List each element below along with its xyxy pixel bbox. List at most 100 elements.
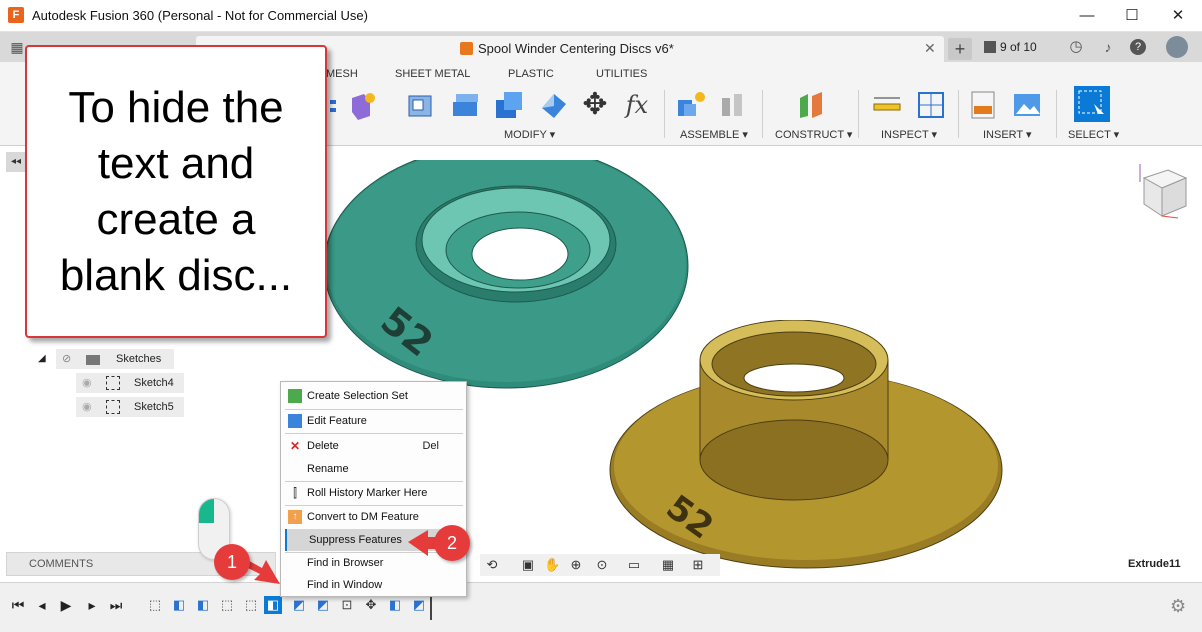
browser-collapse-button[interactable]: ◂◂ (6, 152, 26, 172)
canvas-image-icon[interactable] (1012, 90, 1042, 120)
ribbon-separator (1056, 90, 1057, 138)
menu-item-create-selection-set[interactable]: Create Selection Set (285, 385, 463, 407)
eye-icon[interactable]: ◉ (82, 373, 92, 393)
grid-icon[interactable]: ▦ (660, 557, 676, 573)
menu-item-roll-history-marker[interactable]: ⫿ Roll History Marker Here (285, 482, 463, 504)
timeline-fillet-icon[interactable]: ◩ (410, 596, 428, 614)
menu-item-label: Find in Browser (307, 557, 384, 569)
menu-item-convert-dm-feature[interactable]: ↑ Convert to DM Feature (285, 506, 463, 528)
data-panel-grid-icon[interactable]: ▦ (9, 39, 25, 55)
timeline-extrude-selected-icon[interactable]: ◧ (264, 596, 282, 614)
select-menu[interactable]: SELECT ▾ (1068, 128, 1119, 141)
sketch-icon (106, 400, 120, 414)
timeline-move-icon[interactable]: ✥ (362, 596, 380, 614)
pan-hand-icon[interactable]: ✋ (544, 557, 560, 573)
menu-item-edit-feature[interactable]: Edit Feature (285, 410, 463, 432)
menu-item-find-in-window[interactable]: Find in Window (285, 574, 463, 596)
measure-icon[interactable] (872, 90, 902, 120)
sketch-name: Sketch4 (134, 377, 174, 389)
timeline-extrude-icon[interactable]: ◧ (194, 596, 212, 614)
ribbon-separator (762, 90, 763, 138)
fit-zoom-icon[interactable]: ⊙ (594, 557, 610, 573)
timeline-fillet-icon[interactable]: ◩ (290, 596, 308, 614)
edit-feature-icon (288, 414, 302, 428)
browser-sketch-item[interactable]: ◉ Sketch4 (76, 373, 184, 393)
timeline-component-icon[interactable]: ⊡ (338, 596, 356, 614)
maximize-button[interactable]: ☐ (1118, 4, 1146, 28)
browser-sketch-item[interactable]: ◉ Sketch5 (76, 397, 184, 417)
select-icon[interactable] (1074, 86, 1110, 122)
version-indicator[interactable]: 9 of 10 (984, 40, 1037, 54)
expand-triangle-icon[interactable]: ◢ (38, 349, 46, 369)
close-window-button[interactable]: ✕ (1164, 4, 1192, 28)
timeline-settings-gear-icon[interactable]: ⚙ (1170, 596, 1186, 617)
gold-disc-model[interactable]: 52 (600, 320, 1020, 570)
go-to-end-icon[interactable]: ⏭ (108, 596, 124, 614)
callout-line: text and (97, 139, 255, 188)
assemble-menu[interactable]: ASSEMBLE ▾ (680, 128, 748, 141)
timeline-extrude-icon[interactable]: ◧ (386, 596, 404, 614)
tab-utilities[interactable]: UTILITIES (596, 68, 647, 80)
view-cube[interactable] (1134, 160, 1192, 222)
look-at-icon[interactable]: ▣ (520, 557, 536, 573)
selection-set-icon (288, 389, 302, 403)
step-back-icon[interactable]: ◂ (34, 596, 50, 614)
title-bar: F Autodesk Fusion 360 (Personal - Not fo… (0, 0, 1202, 32)
menu-item-delete[interactable]: ✕ Delete Del (285, 435, 463, 457)
shell-icon[interactable] (538, 90, 568, 120)
roll-history-icon: ⫿ (293, 486, 297, 500)
tab-plastic[interactable]: PLASTIC (508, 68, 554, 80)
timeline-fillet-icon[interactable]: ◩ (314, 596, 332, 614)
play-icon[interactable]: ▶ (58, 596, 74, 614)
construct-menu[interactable]: CONSTRUCT ▾ (775, 128, 852, 141)
user-avatar[interactable] (1166, 36, 1188, 58)
minimize-button[interactable]: — (1073, 4, 1101, 28)
parameters-fx-icon[interactable]: fx (622, 90, 652, 120)
sketch-name: Sketch5 (134, 401, 174, 413)
navigation-bar: ⟲ ▣ ✋ ⊕ ⊙ ▭ ▦ ⊞ (480, 554, 720, 576)
menu-item-label: Roll History Marker Here (307, 487, 428, 499)
tab-mesh[interactable]: MESH (326, 68, 358, 80)
folder-icon (86, 355, 100, 365)
timeline-extrude-icon[interactable]: ◧ (170, 596, 188, 614)
tab-sheet-metal[interactable]: SHEET METAL (395, 68, 470, 80)
insert-menu[interactable]: INSERT ▾ (983, 128, 1032, 141)
press-pull-icon[interactable] (406, 90, 436, 120)
viewports-icon[interactable]: ⊞ (690, 557, 706, 573)
insert-svg-icon[interactable] (968, 90, 998, 120)
inspect-menu[interactable]: INSPECT ▾ (881, 128, 937, 141)
modify-menu[interactable]: MODIFY ▾ (504, 128, 555, 141)
section-analysis-icon[interactable] (916, 90, 946, 120)
timeline-sketch-icon[interactable]: ⬚ (146, 596, 164, 614)
move-icon[interactable]: ✥ (580, 90, 610, 120)
job-status-icon[interactable]: ◷ (1068, 39, 1084, 55)
timeline-sketch-icon[interactable]: ⬚ (218, 596, 236, 614)
new-component-icon[interactable] (676, 90, 706, 120)
convert-dm-icon: ↑ (288, 510, 302, 524)
create-form-icon[interactable] (330, 92, 382, 122)
step-forward-icon[interactable]: ▸ (84, 596, 100, 614)
close-tab-icon[interactable]: ✕ (924, 40, 936, 57)
eye-icon[interactable]: ◉ (82, 397, 92, 417)
window-title: Autodesk Fusion 360 (Personal - Not for … (32, 8, 368, 23)
document-title: Spool Winder Centering Discs v6* (478, 41, 674, 56)
chamfer-icon[interactable] (494, 90, 524, 120)
fillet-icon[interactable] (450, 90, 480, 120)
display-settings-icon[interactable]: ▭ (626, 557, 642, 573)
document-cube-icon (460, 42, 473, 55)
joint-icon[interactable] (718, 90, 748, 120)
menu-separator (285, 433, 463, 434)
new-tab-button[interactable]: + (948, 38, 972, 60)
notifications-bell-icon[interactable]: ♪ (1100, 39, 1116, 55)
zoom-icon[interactable]: ⊕ (568, 557, 584, 573)
eye-hidden-icon[interactable]: ⊘ (62, 349, 71, 369)
orbit-icon[interactable]: ⟲ (484, 557, 500, 573)
menu-item-label: Convert to DM Feature (307, 511, 419, 523)
go-to-start-icon[interactable]: ⏮ (10, 596, 26, 614)
menu-item-label: Rename (307, 463, 349, 475)
browser-folder-sketches[interactable]: ◢ ⊘ Sketches (38, 349, 174, 369)
help-icon[interactable]: ? (1130, 39, 1146, 55)
timeline-sketch-icon[interactable]: ⬚ (242, 596, 260, 614)
offset-plane-icon[interactable] (796, 90, 826, 120)
menu-item-rename[interactable]: Rename (285, 458, 463, 480)
